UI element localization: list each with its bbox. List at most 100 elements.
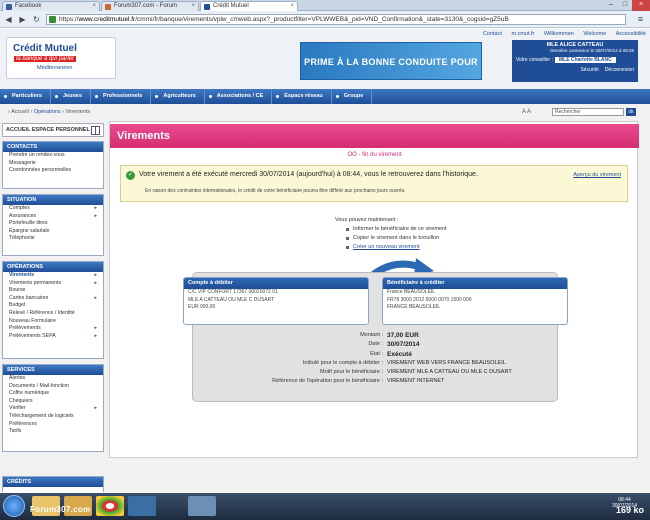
close-window-icon[interactable]: × bbox=[632, 0, 650, 11]
site-header: Crédit Mutuel la banque à qui parler Méd… bbox=[0, 29, 650, 105]
sidebar-item[interactable]: Coffre numérique bbox=[3, 390, 103, 398]
nav-jeunes[interactable]: Jeunes bbox=[51, 89, 91, 104]
browser-menu-icon[interactable]: ≡ bbox=[635, 14, 646, 25]
browser-tab-credit-mutuel[interactable]: Crédit Mutuel × bbox=[200, 1, 298, 11]
sidebar-item[interactable]: Alertes bbox=[3, 375, 103, 383]
address-bar: ◀ ▶ ↻ https://www.creditmutuel.fr/cmmi/f… bbox=[0, 11, 650, 28]
toplink-mobile[interactable]: m.cmut.fr bbox=[511, 31, 534, 37]
media-icon[interactable] bbox=[128, 496, 156, 516]
promo-banner[interactable]: PRIME À LA BONNE CONDUITE POUR TOUS ! bbox=[300, 42, 482, 105]
summary-row-status: État : Exécuté bbox=[370, 350, 412, 358]
web-page: Crédit Mutuel la banque à qui parler Méd… bbox=[0, 29, 650, 492]
toplink-welcome[interactable]: Welcome bbox=[583, 31, 606, 37]
sidebar-item[interactable]: Téléphonie bbox=[3, 235, 103, 243]
minimize-icon[interactable]: – bbox=[604, 0, 618, 11]
summary-row-date: Date :30/07/2014 bbox=[368, 341, 420, 349]
main-navigation: Particuliers Jeunes Professionnels Agricult… bbox=[0, 89, 650, 104]
transfer-details: Compte à débiter C/C VIP CONFORT 17367 0… bbox=[183, 272, 568, 402]
actions-intro: Vous pouvez maintenant : bbox=[335, 217, 399, 223]
sidebar-item[interactable]: Tarifs bbox=[3, 428, 103, 436]
crumb-operations[interactable]: Opérations bbox=[34, 109, 61, 115]
app-icon[interactable] bbox=[188, 496, 216, 516]
nav-espace-reseau[interactable]: Espace réseau bbox=[272, 89, 332, 104]
credit-mutuel-logo[interactable]: Crédit Mutuel la banque à qui parler Méd… bbox=[6, 37, 116, 79]
sidebar-item[interactable]: Documents / Mail-fonction bbox=[3, 383, 103, 391]
maximize-icon[interactable]: □ bbox=[618, 0, 632, 11]
sidebar-item[interactable]: Prélèvements ▸ bbox=[3, 325, 103, 333]
action-inform-beneficiary[interactable]: Informer le bénéficiaire de ce virement bbox=[335, 225, 535, 234]
sidebar-item[interactable]: Comptes ▸ bbox=[3, 205, 103, 213]
sidebar-item[interactable]: Prendre un rendez-vous bbox=[3, 152, 103, 160]
summary-row-reference: Référence de l'opération pour le bénéfic… bbox=[272, 378, 445, 385]
nav-agriculteurs[interactable]: Agriculteurs bbox=[151, 89, 205, 104]
chrome-icon[interactable] bbox=[96, 496, 124, 516]
back-icon[interactable]: ◀ bbox=[3, 14, 14, 25]
sidebar-section-services: SERVICES Alertes Documents / Mail-foncti… bbox=[2, 364, 104, 452]
credit-account-card: Bénéficiaire à créditer France BEAUSOLEI… bbox=[382, 277, 568, 325]
toplink-willkommen[interactable]: Willkommen bbox=[544, 31, 574, 37]
sidebar-item[interactable]: Vérifier ▸ bbox=[3, 405, 103, 413]
confirmation-note: En raison des contraintes internationale… bbox=[145, 188, 406, 194]
sidebar-item[interactable]: Épargne salariale bbox=[3, 228, 103, 236]
sidebar-item[interactable]: Portefeuille titres bbox=[3, 220, 103, 228]
next-actions: Vous pouvez maintenant : Informer le bén… bbox=[335, 216, 535, 252]
url-input[interactable]: https://www.creditmutuel.fr/cmmi/fr/banq… bbox=[46, 14, 626, 25]
debit-account-card: Compte à débiter C/C VIP CONFORT 17367 0… bbox=[183, 277, 369, 325]
confirmation-box: ✓ Votre virement a été exécuté mercredi … bbox=[120, 165, 628, 202]
close-tab-icon[interactable]: × bbox=[92, 2, 96, 11]
sidebar-item[interactable]: Bourse bbox=[3, 287, 103, 295]
security-link[interactable]: Sécurité bbox=[580, 67, 598, 73]
nav-particuliers[interactable]: Particuliers bbox=[0, 89, 51, 104]
sidebar-item-virements[interactable]: Virements ▸ bbox=[3, 272, 103, 280]
top-links: Contact m.cmut.fr Willkommen Welcome Acc… bbox=[410, 31, 646, 40]
close-tab-icon[interactable]: × bbox=[191, 2, 195, 11]
sidebar-item[interactable]: Virements permanents ▸ bbox=[3, 280, 103, 288]
close-tab-icon[interactable]: × bbox=[290, 2, 294, 11]
sidebar-item[interactable]: Préférences bbox=[3, 421, 103, 429]
sidebar-section-situation: SITUATION Comptes ▸ Assurances ▸ Portefeui… bbox=[2, 194, 104, 256]
forward-icon[interactable]: ▶ bbox=[17, 14, 28, 25]
sidebar-item[interactable]: Messagerie bbox=[3, 160, 103, 168]
browser-tab-forum[interactable]: Forum307.com - Forum × bbox=[101, 1, 199, 11]
sidebar-section-credits: CRÉDITS bbox=[2, 476, 104, 492]
search-button[interactable]: ok bbox=[626, 108, 636, 116]
font-size-control[interactable]: A A bbox=[522, 106, 531, 118]
reload-icon[interactable]: ↻ bbox=[31, 14, 42, 25]
summary-row-amount: Montant :37,00 EUR bbox=[360, 332, 419, 339]
action-new-transfer[interactable]: Créer un nouveau virement bbox=[335, 243, 535, 252]
sidebar-item[interactable]: Assurances ▸ bbox=[3, 213, 103, 221]
crumb-virements: Virements bbox=[65, 109, 91, 115]
forum-favicon-icon bbox=[105, 4, 111, 10]
nav-associations[interactable]: Associations / CE bbox=[205, 89, 273, 104]
browser-tab-facebook[interactable]: Facebook × bbox=[2, 1, 100, 11]
sidebar-item[interactable]: Nouveau Formulaire bbox=[3, 318, 103, 326]
sidebar-item[interactable]: Prélèvements SEPA ▸ bbox=[3, 333, 103, 341]
sidebar-item[interactable]: Relevé / Référence / Identité bbox=[3, 310, 103, 318]
main-content: Virements OO - fin du virement ✓ Votre v… bbox=[109, 121, 639, 458]
advisor-name[interactable]: MLE Charlotte BLANC bbox=[554, 57, 616, 63]
credit-mutuel-favicon-icon bbox=[204, 4, 210, 10]
search-input[interactable]: Rechercher bbox=[552, 108, 624, 116]
breadcrumb: › Accueil › Opérations › Virements bbox=[8, 109, 91, 115]
last-login: Dernière connexion le 30/07/2014 à 08:26 bbox=[550, 48, 634, 53]
toplink-contact[interactable]: Contact bbox=[483, 31, 502, 37]
checkmark-icon: ✓ bbox=[126, 171, 135, 180]
print-preview-link[interactable]: Aperçu du virement bbox=[573, 172, 621, 178]
sidebar-item[interactable]: Téléchargement de logiciels bbox=[3, 413, 103, 421]
breadcrumb-bar: › Accueil › Opérations › Virements A A R… bbox=[0, 106, 650, 118]
logout-link[interactable]: Déconnexion bbox=[605, 67, 634, 73]
window-controls: – □ × bbox=[604, 0, 650, 11]
sidebar-item[interactable]: Budget bbox=[3, 302, 103, 310]
nav-groupe[interactable]: Groupe bbox=[332, 89, 373, 104]
crumb-accueil[interactable]: Accueil bbox=[11, 109, 29, 115]
sidebar-item[interactable]: Chéquiers bbox=[3, 398, 103, 406]
user-info-box: MLE ALICE CATTEAU Dernière connexion le … bbox=[512, 40, 638, 82]
nav-professionnels[interactable]: Professionnels bbox=[91, 89, 152, 104]
sidebar-item[interactable]: Cartes bancaires ▸ bbox=[3, 295, 103, 303]
sidebar-item[interactable]: Coordonnées personnelles bbox=[3, 167, 103, 175]
action-copy-transfer[interactable]: Copier le virement dans le brouillon bbox=[335, 234, 535, 243]
sidebar-accueil[interactable]: ACCUEIL ESPACE PERSONNEL bbox=[2, 123, 104, 137]
start-button[interactable] bbox=[3, 495, 25, 517]
toplink-accessibility[interactable]: Accessibilité bbox=[616, 31, 646, 37]
grid-icon[interactable] bbox=[91, 126, 100, 135]
